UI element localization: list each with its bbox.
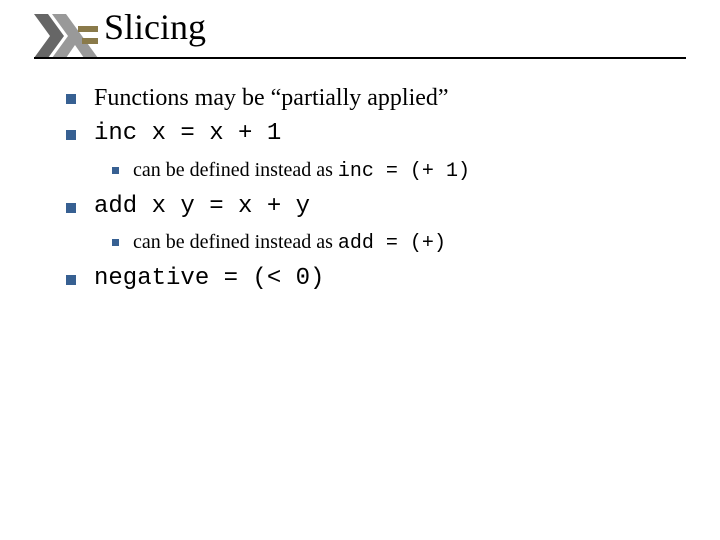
- sub-bullet-code: inc = (+ 1): [338, 160, 470, 183]
- square-bullet-icon: [66, 94, 76, 104]
- slide-title: Slicing: [104, 8, 206, 48]
- square-bullet-icon: [112, 167, 119, 174]
- bullet-text: add x y = x + y: [94, 191, 686, 223]
- bullet-text: can be defined instead as inc = (+ 1): [133, 157, 686, 185]
- bullet-text: Functions may be “partially applied”: [94, 82, 686, 114]
- square-bullet-icon: [66, 130, 76, 140]
- slide: Slicing Functions may be “partially appl…: [0, 0, 720, 540]
- bullet-level1: add x y = x + y: [66, 191, 686, 223]
- sub-bullet-prefix: can be defined instead as: [133, 231, 338, 253]
- title-underline: [34, 57, 686, 59]
- haskell-logo-icon: [34, 14, 98, 58]
- sub-bullet-code: add = (+): [338, 232, 446, 255]
- slide-body: Functions may be “partially applied” inc…: [66, 82, 686, 300]
- bullet-level1: Functions may be “partially applied”: [66, 82, 686, 114]
- bullet-level1: negative = (< 0): [66, 263, 686, 295]
- square-bullet-icon: [66, 275, 76, 285]
- bullet-level1: inc x = x + 1: [66, 118, 686, 150]
- bullet-text: can be defined instead as add = (+): [133, 229, 686, 257]
- sub-bullet-prefix: can be defined instead as: [133, 159, 338, 181]
- bullet-level2: can be defined instead as add = (+): [112, 229, 686, 257]
- bullet-level2: can be defined instead as inc = (+ 1): [112, 157, 686, 185]
- bullet-text: negative = (< 0): [94, 263, 686, 295]
- square-bullet-icon: [66, 203, 76, 213]
- bullet-text: inc x = x + 1: [94, 118, 686, 150]
- square-bullet-icon: [112, 239, 119, 246]
